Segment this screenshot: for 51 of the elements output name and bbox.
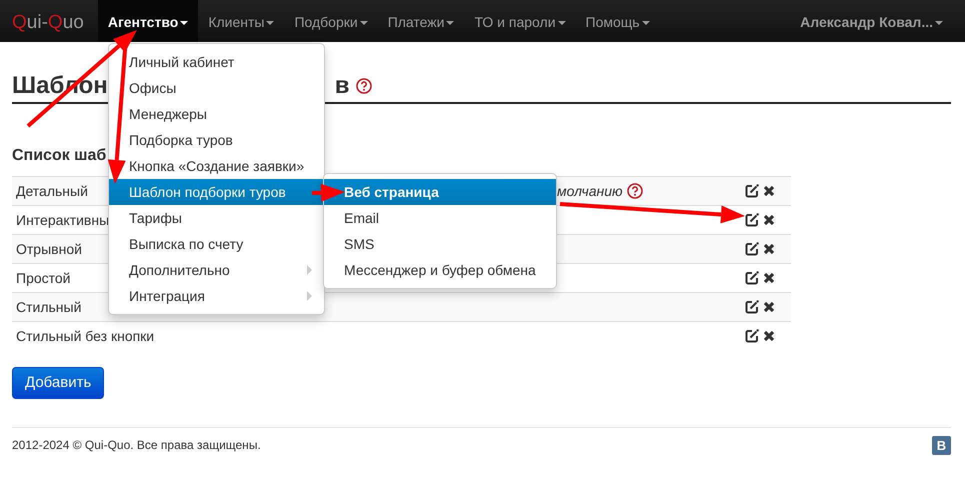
edit-icon[interactable]: [745, 300, 759, 314]
menu-item[interactable]: SMS: [324, 231, 556, 257]
menu-item[interactable]: Дополнительно: [109, 257, 324, 283]
annotation-arrow: [312, 184, 345, 202]
logo-text[interactable]: uo: [62, 12, 84, 33]
menu-item[interactable]: Веб страница: [324, 179, 556, 205]
delete-icon[interactable]: [763, 214, 775, 226]
edit-icon[interactable]: [745, 329, 759, 344]
nav-menu-item[interactable]: Платежи: [378, 0, 464, 42]
nav-menu-item[interactable]: ТО и пароли: [464, 0, 576, 42]
nav-menu-item[interactable]: Помощь: [576, 0, 660, 42]
nav-menu-item[interactable]: Клиенты: [198, 0, 284, 42]
edit-icon[interactable]: [745, 213, 759, 227]
template-name: Стильный без кнопки: [16, 328, 154, 344]
delete-icon[interactable]: [763, 272, 775, 284]
menu-item[interactable]: Email: [324, 205, 556, 231]
menu-item[interactable]: Интеграция: [109, 283, 324, 309]
submenu-arrow-icon: [307, 291, 312, 301]
menu-item[interactable]: Мессенджер и буфер обмена: [324, 257, 556, 283]
template-name: Отрывной: [16, 240, 82, 256]
social-link[interactable]: B: [932, 436, 951, 455]
user-menu[interactable]: Александр Ковал...: [790, 0, 953, 42]
help-icon: [356, 78, 372, 94]
logo-text[interactable]: ui-: [26, 12, 48, 33]
menu-item[interactable]: Подборка туров: [109, 127, 324, 153]
nav-menu-item[interactable]: Подборки: [284, 0, 378, 42]
menu-item[interactable]: Личный кабинет: [109, 49, 324, 75]
delete-icon[interactable]: [763, 243, 775, 255]
add-button[interactable]: Добавить: [12, 366, 104, 399]
template-name: Простой: [16, 270, 70, 286]
menu-item[interactable]: Выписка по счету: [109, 231, 324, 257]
delete-icon[interactable]: [763, 330, 775, 342]
menu-item[interactable]: Менеджеры: [109, 101, 324, 127]
template-name: Стильный: [16, 298, 82, 314]
template-name: Детальный: [16, 182, 88, 198]
delete-icon[interactable]: [763, 185, 775, 197]
nav-menu-item[interactable]: Агентство: [98, 0, 198, 42]
default-note: молчанию: [557, 182, 623, 198]
footer-text: 2012-2024 © Qui-Quo. Все права защищены.: [12, 437, 261, 454]
menu-item[interactable]: Шаблон подборки туров: [109, 179, 324, 205]
edit-icon[interactable]: [745, 184, 759, 198]
submenu-arrow-icon: [307, 265, 312, 275]
template-name: Интерактивны: [16, 212, 110, 228]
edit-icon[interactable]: [745, 271, 759, 285]
menu-item[interactable]: Тарифы: [109, 205, 324, 231]
menu-item[interactable]: Кнопка «Создание заявки»: [109, 153, 324, 179]
menu-item[interactable]: Офисы: [109, 75, 324, 101]
delete-icon[interactable]: [763, 301, 775, 313]
edit-icon[interactable]: [745, 242, 759, 256]
section-heading: Список шаб: [12, 146, 106, 166]
page-title: в: [334, 72, 350, 100]
